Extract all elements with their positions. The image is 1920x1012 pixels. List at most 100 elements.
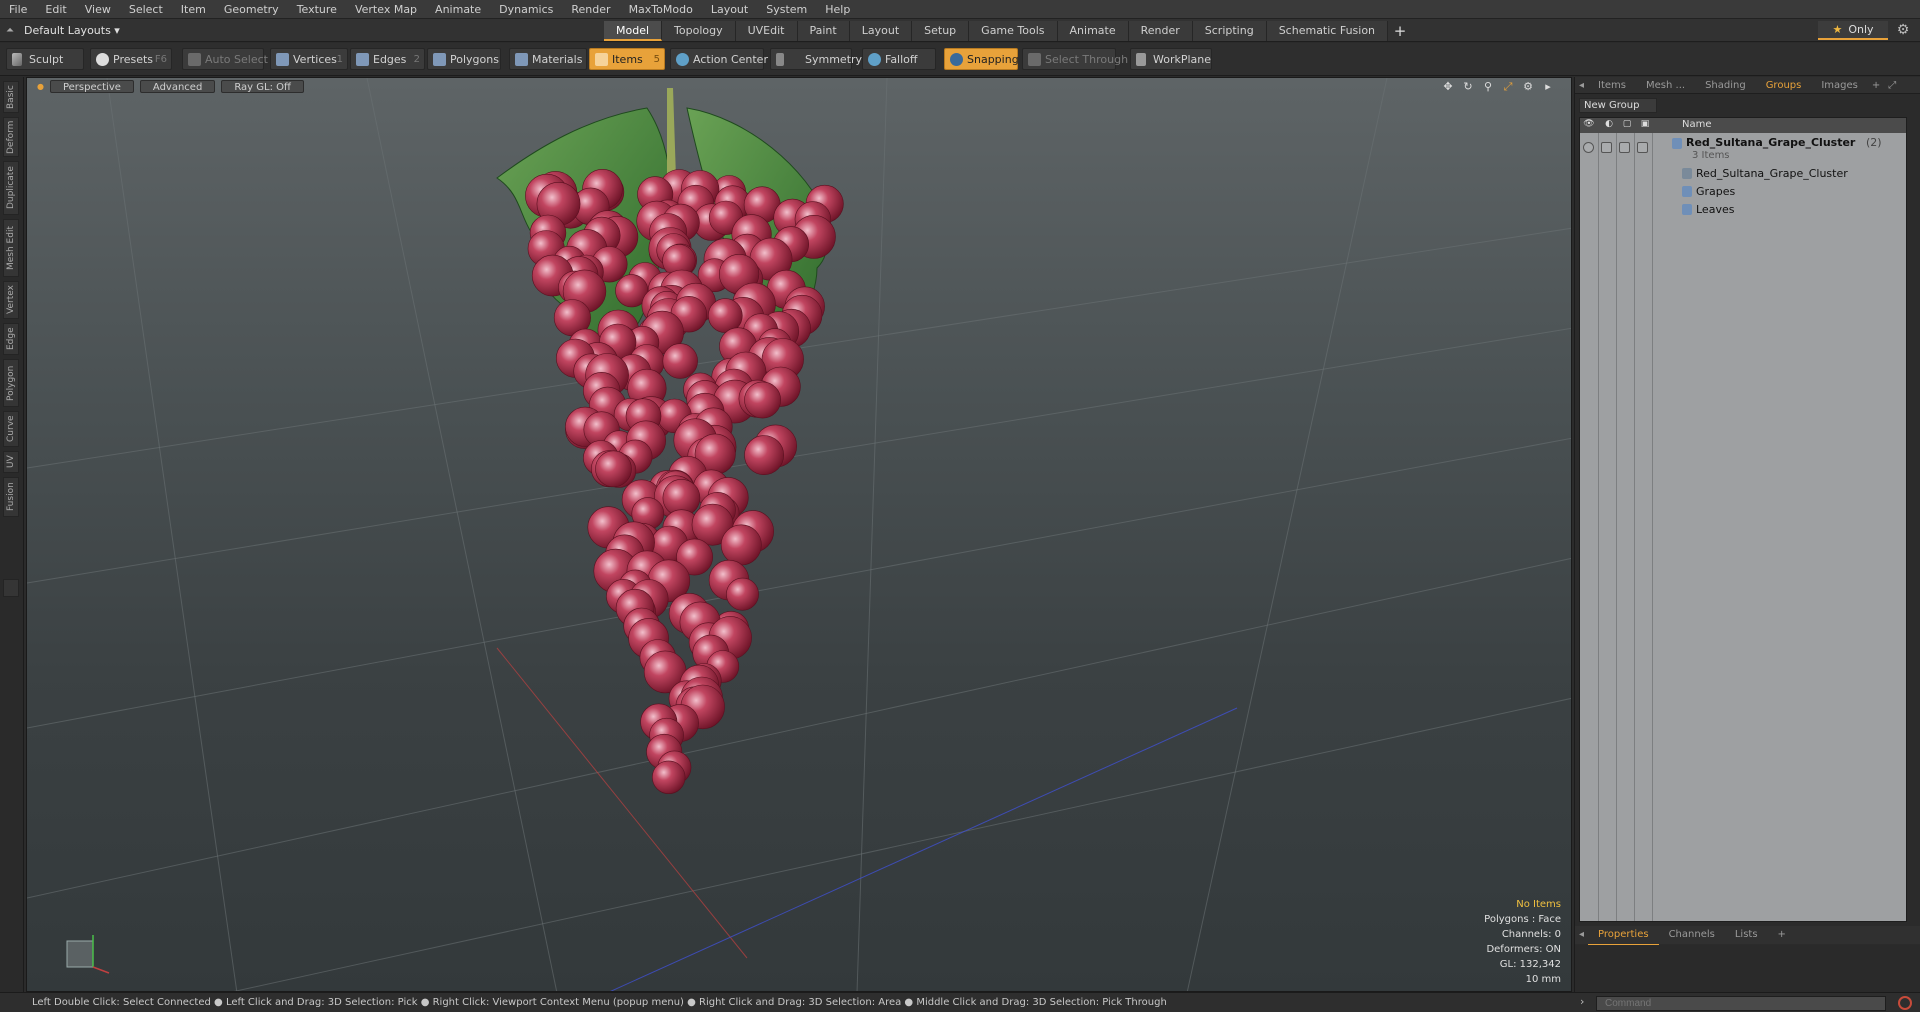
menu-edit[interactable]: Edit bbox=[36, 0, 75, 19]
lock-toggle-icon[interactable] bbox=[1619, 142, 1630, 153]
lock-column-icon[interactable]: ▢ bbox=[1620, 119, 1634, 132]
zoom-icon[interactable]: ⚲ bbox=[1481, 80, 1495, 93]
tab-lists[interactable]: Lists bbox=[1725, 926, 1768, 944]
tab-mesh[interactable]: Mesh ... bbox=[1636, 77, 1695, 94]
name-column-header[interactable]: Name bbox=[1682, 119, 1712, 130]
add-tab-icon[interactable]: + bbox=[1388, 21, 1412, 41]
grape-berry bbox=[720, 524, 762, 566]
menu-help[interactable]: Help bbox=[816, 0, 859, 19]
3d-viewport[interactable]: ● Perspective Advanced Ray GL: Off ✥ ↻ ⚲… bbox=[26, 77, 1572, 992]
tab-model[interactable]: Model bbox=[604, 21, 663, 41]
child-name: Grapes bbox=[1696, 185, 1736, 198]
tab-channels[interactable]: Channels bbox=[1659, 926, 1725, 944]
edges-button[interactable]: Edges 2 bbox=[350, 48, 425, 70]
menu-vertex-map[interactable]: Vertex Map bbox=[346, 0, 426, 19]
visibility-column-icon[interactable]: 👁 bbox=[1582, 119, 1596, 132]
tab-setup[interactable]: Setup bbox=[912, 21, 970, 41]
left-tab-deform[interactable]: Deform bbox=[3, 117, 19, 157]
panel-collapse-icon[interactable]: ◂ bbox=[1575, 77, 1588, 94]
menu-file[interactable]: File bbox=[0, 0, 36, 19]
action-center-button[interactable]: Action Center bbox=[670, 48, 768, 70]
tab-properties[interactable]: Properties bbox=[1588, 926, 1659, 945]
layout-selector[interactable]: ⏶ Default Layouts ▾ bbox=[6, 22, 120, 39]
menu-maxtomodo[interactable]: MaxToModo bbox=[620, 0, 702, 19]
tab-paint[interactable]: Paint bbox=[797, 21, 850, 41]
menu-layout[interactable]: Layout bbox=[702, 0, 757, 19]
panel-expand-icon[interactable]: ⤢ bbox=[1884, 77, 1900, 94]
viewport-settings-icon[interactable]: ⚙ bbox=[1521, 80, 1535, 93]
select-column-icon[interactable]: ▣ bbox=[1638, 119, 1652, 132]
menu-animate[interactable]: Animate bbox=[426, 0, 490, 19]
render-column-icon[interactable]: ◐ bbox=[1602, 119, 1616, 132]
tab-game-tools[interactable]: Game Tools bbox=[969, 21, 1058, 41]
left-tab-mesh-edit[interactable]: Mesh Edit bbox=[3, 219, 19, 277]
tab-render[interactable]: Render bbox=[1128, 21, 1193, 41]
tab-animate[interactable]: Animate bbox=[1057, 21, 1129, 41]
tab-schematic-fusion[interactable]: Schematic Fusion bbox=[1266, 21, 1389, 41]
presets-button[interactable]: Presets F6 bbox=[90, 48, 172, 70]
menu-render[interactable]: Render bbox=[562, 0, 619, 19]
properties-collapse-icon[interactable]: ◂ bbox=[1575, 926, 1588, 944]
command-input[interactable] bbox=[1596, 996, 1886, 1011]
items-button[interactable]: Items 5 bbox=[589, 48, 665, 70]
menu-item[interactable]: Item bbox=[172, 0, 215, 19]
group-child-row[interactable]: Leaves bbox=[1580, 201, 1906, 219]
fit-icon[interactable]: ⤢ bbox=[1501, 80, 1515, 93]
left-tab-collapse[interactable] bbox=[3, 579, 19, 597]
viewport-expand-icon[interactable]: ▸ bbox=[1541, 80, 1555, 93]
gear-icon[interactable]: ⚙ bbox=[1894, 22, 1912, 39]
select-toggle-icon[interactable] bbox=[1637, 142, 1648, 153]
menu-dynamics[interactable]: Dynamics bbox=[490, 0, 562, 19]
left-tab-fusion[interactable]: Fusion bbox=[3, 477, 19, 517]
eye-icon[interactable] bbox=[1583, 142, 1594, 153]
tab-items[interactable]: Items bbox=[1588, 77, 1636, 94]
tab-images[interactable]: Images bbox=[1811, 77, 1868, 94]
add-properties-tab-icon[interactable]: + bbox=[1768, 926, 1796, 944]
left-tab-vertex[interactable]: Vertex bbox=[3, 281, 19, 319]
add-panel-tab-icon[interactable]: + bbox=[1868, 77, 1884, 94]
menu-texture[interactable]: Texture bbox=[288, 0, 346, 19]
tab-topology[interactable]: Topology bbox=[662, 21, 736, 41]
layout-collapse-icon[interactable]: ⏶ bbox=[6, 25, 14, 36]
menu-system[interactable]: System bbox=[757, 0, 816, 19]
render-toggle-icon[interactable] bbox=[1601, 142, 1612, 153]
auto-select-button[interactable]: Auto Select bbox=[182, 48, 268, 70]
left-tab-duplicate[interactable]: Duplicate bbox=[3, 161, 19, 215]
view-type-dropdown[interactable]: Perspective bbox=[49, 80, 134, 93]
vertices-button[interactable]: Vertices 1 bbox=[270, 48, 348, 70]
tab-groups[interactable]: Groups bbox=[1756, 77, 1812, 94]
left-tab-uv[interactable]: UV bbox=[3, 451, 19, 473]
snapping-button[interactable]: Snapping bbox=[944, 48, 1019, 70]
rotate-icon[interactable]: ↻ bbox=[1461, 80, 1475, 93]
group-row[interactable]: Red_Sultana_Grape_Cluster (2) 3 Items bbox=[1580, 135, 1906, 163]
falloff-button[interactable]: Falloff bbox=[862, 48, 936, 70]
group-child-row[interactable]: Grapes bbox=[1580, 183, 1906, 201]
menu-select[interactable]: Select bbox=[120, 0, 172, 19]
pan-icon[interactable]: ✥ bbox=[1441, 80, 1455, 93]
only-button[interactable]: ★ Only bbox=[1818, 21, 1888, 40]
select-through-button[interactable]: Select Through bbox=[1022, 48, 1128, 70]
materials-button[interactable]: Materials bbox=[509, 48, 587, 70]
left-tab-curve[interactable]: Curve bbox=[3, 411, 19, 447]
left-tab-edge[interactable]: Edge bbox=[3, 323, 19, 355]
left-tab-polygon[interactable]: Polygon bbox=[3, 359, 19, 407]
sculpt-button[interactable]: Sculpt bbox=[6, 48, 84, 70]
polygons-button[interactable]: Polygons bbox=[427, 48, 501, 70]
tab-layout[interactable]: Layout bbox=[849, 21, 913, 41]
only-label: Only bbox=[1848, 23, 1874, 36]
record-icon[interactable] bbox=[1898, 996, 1912, 1010]
grape-cluster-model[interactable] bbox=[27, 78, 1572, 992]
new-group-button[interactable]: New Group bbox=[1579, 98, 1657, 113]
group-child-row[interactable]: Red_Sultana_Grape_Cluster bbox=[1580, 165, 1906, 183]
tab-uvedit[interactable]: UVEdit bbox=[735, 21, 798, 41]
command-history-icon[interactable]: › bbox=[1580, 995, 1584, 1008]
symmetry-button[interactable]: Symmetry bbox=[770, 48, 862, 70]
menu-view[interactable]: View bbox=[76, 0, 120, 19]
left-tab-basic[interactable]: Basic bbox=[3, 81, 19, 113]
shading-mode-dropdown[interactable]: Advanced bbox=[139, 80, 216, 93]
tab-scripting[interactable]: Scripting bbox=[1192, 21, 1267, 41]
raygl-dropdown[interactable]: Ray GL: Off bbox=[221, 80, 304, 93]
menu-geometry[interactable]: Geometry bbox=[215, 0, 288, 19]
tab-shading[interactable]: Shading bbox=[1695, 77, 1756, 94]
workplane-button[interactable]: WorkPlane bbox=[1130, 48, 1212, 70]
